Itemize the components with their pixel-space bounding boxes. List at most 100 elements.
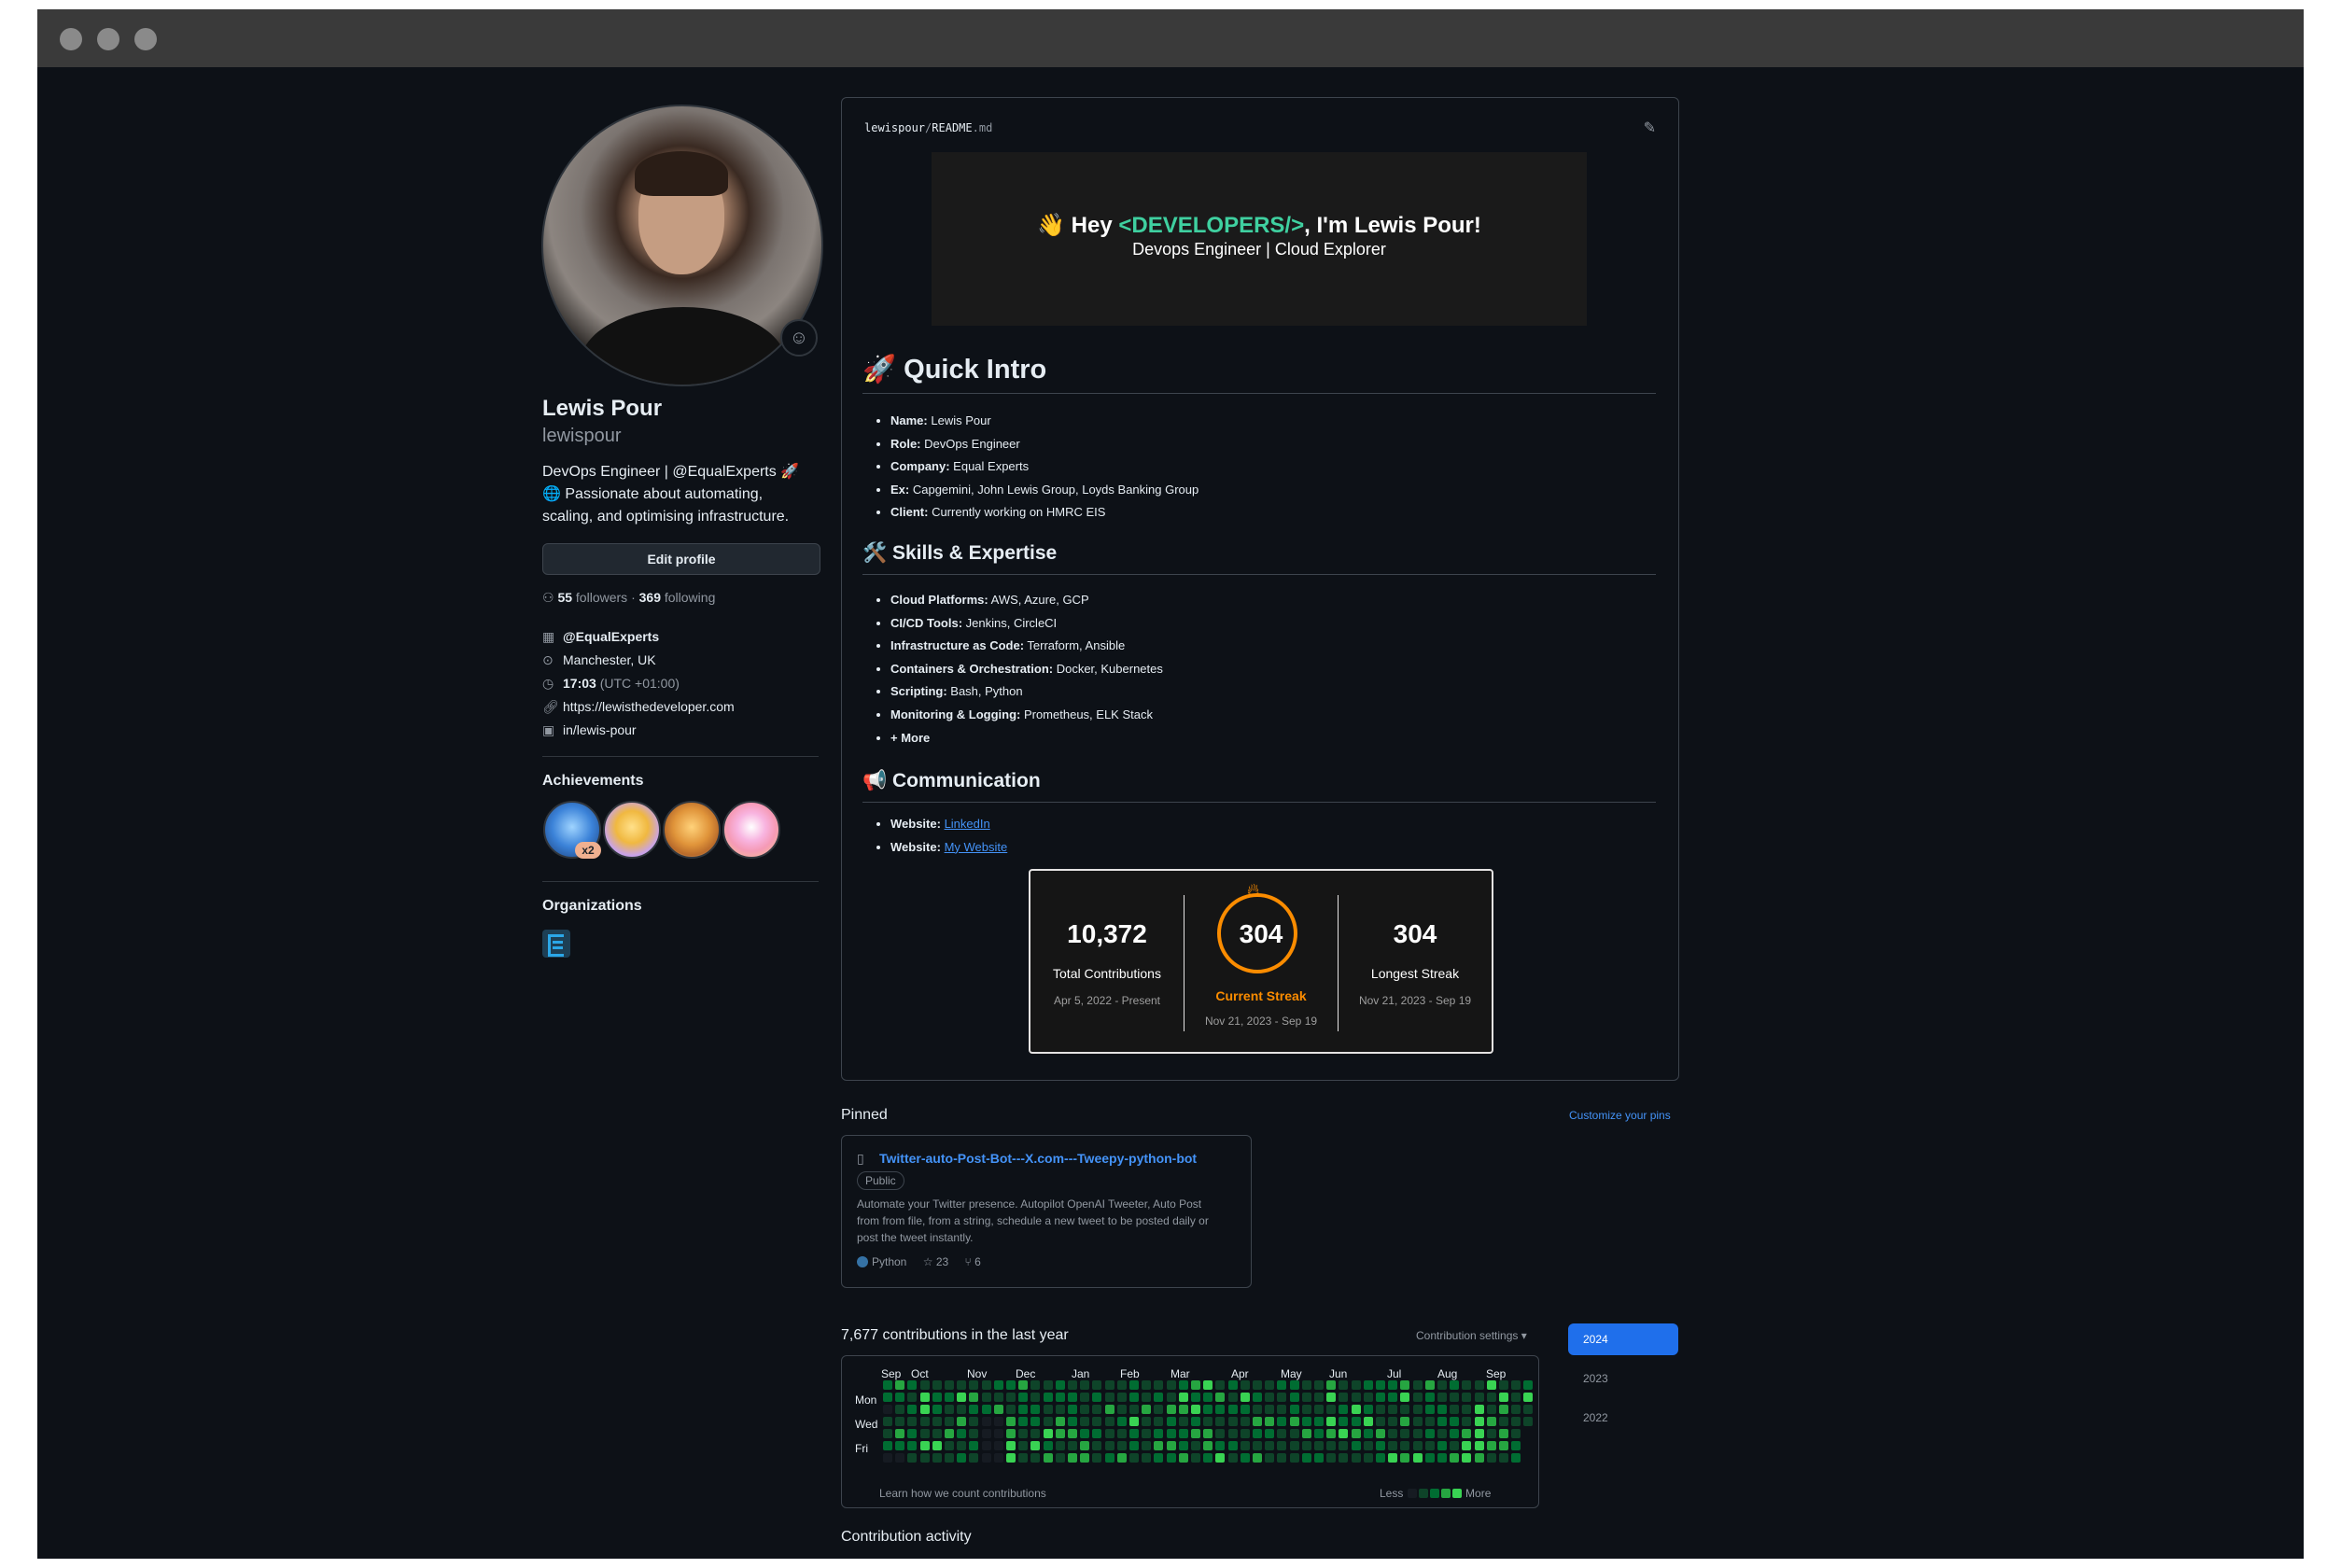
- contribution-day-cell[interactable]: [957, 1441, 967, 1450]
- contribution-day-cell[interactable]: [1215, 1380, 1226, 1390]
- contribution-day-cell[interactable]: [1068, 1417, 1077, 1426]
- contribution-day-cell[interactable]: [1142, 1429, 1152, 1438]
- contribution-day-cell[interactable]: [1462, 1417, 1472, 1426]
- contribution-day-cell[interactable]: [1154, 1393, 1164, 1402]
- contribution-day-cell[interactable]: [1363, 1429, 1373, 1438]
- contribution-day-cell[interactable]: [907, 1393, 918, 1402]
- contribution-day-cell[interactable]: [1301, 1380, 1311, 1390]
- contribution-day-cell[interactable]: [1080, 1417, 1090, 1426]
- contribution-day-cell[interactable]: [1499, 1453, 1508, 1463]
- contribution-day-cell[interactable]: [1339, 1453, 1349, 1463]
- contribution-day-cell[interactable]: [1376, 1393, 1385, 1402]
- contribution-day-cell[interactable]: [883, 1405, 892, 1414]
- contribution-day-cell[interactable]: [1178, 1393, 1188, 1402]
- contribution-day-cell[interactable]: [1203, 1405, 1213, 1414]
- contribution-day-cell[interactable]: [1240, 1380, 1250, 1390]
- contribution-day-cell[interactable]: [1104, 1453, 1114, 1463]
- contribution-day-cell[interactable]: [1080, 1453, 1090, 1463]
- contribution-day-cell[interactable]: [1215, 1453, 1226, 1463]
- followers-label[interactable]: followers: [576, 590, 627, 605]
- contribution-day-cell[interactable]: [969, 1380, 979, 1390]
- contribution-day-cell[interactable]: [1289, 1429, 1299, 1438]
- contribution-day-cell[interactable]: [1055, 1441, 1065, 1450]
- contribution-day-cell[interactable]: [1030, 1380, 1041, 1390]
- contribution-day-cell[interactable]: [1178, 1453, 1188, 1463]
- item-link[interactable]: My Website: [945, 840, 1008, 854]
- contribution-day-cell[interactable]: [1314, 1441, 1324, 1450]
- contribution-day-cell[interactable]: [1265, 1405, 1275, 1414]
- contribution-day-cell[interactable]: [932, 1393, 942, 1402]
- contribution-day-cell[interactable]: [957, 1393, 967, 1402]
- contribution-day-cell[interactable]: [1437, 1441, 1447, 1450]
- contribution-day-cell[interactable]: [1301, 1453, 1311, 1463]
- contribution-day-cell[interactable]: [1129, 1453, 1139, 1463]
- contribution-day-cell[interactable]: [1412, 1393, 1423, 1402]
- contribution-day-cell[interactable]: [907, 1417, 918, 1426]
- contribution-day-cell[interactable]: [1474, 1405, 1484, 1414]
- contribution-day-cell[interactable]: [1437, 1405, 1447, 1414]
- contribution-day-cell[interactable]: [945, 1380, 954, 1390]
- contribution-day-cell[interactable]: [1437, 1453, 1447, 1463]
- contribution-day-cell[interactable]: [993, 1380, 1003, 1390]
- contribution-day-cell[interactable]: [1018, 1441, 1029, 1450]
- contribution-day-cell[interactable]: [1240, 1417, 1250, 1426]
- contribution-day-cell[interactable]: [1486, 1380, 1496, 1390]
- contribution-day-cell[interactable]: [1055, 1405, 1065, 1414]
- contribution-day-cell[interactable]: [1092, 1429, 1102, 1438]
- contribution-day-cell[interactable]: [919, 1393, 930, 1402]
- contribution-day-cell[interactable]: [1253, 1417, 1262, 1426]
- contribution-day-cell[interactable]: [1215, 1441, 1226, 1450]
- contribution-day-cell[interactable]: [1068, 1453, 1077, 1463]
- contribution-day-cell[interactable]: [1068, 1405, 1077, 1414]
- contribution-day-cell[interactable]: [1018, 1429, 1029, 1438]
- contribution-day-cell[interactable]: [1388, 1441, 1398, 1450]
- contribution-day-cell[interactable]: [1006, 1429, 1016, 1438]
- contribution-day-cell[interactable]: [1178, 1417, 1188, 1426]
- contribution-day-cell[interactable]: [1326, 1453, 1337, 1463]
- contribution-day-cell[interactable]: [1437, 1429, 1447, 1438]
- contribution-day-cell[interactable]: [1030, 1453, 1041, 1463]
- contribution-day-cell[interactable]: [1068, 1380, 1077, 1390]
- contribution-day-cell[interactable]: [1142, 1380, 1152, 1390]
- close-window-dot[interactable]: [60, 28, 82, 50]
- contribution-day-cell[interactable]: [1424, 1405, 1435, 1414]
- contribution-day-cell[interactable]: [1092, 1380, 1102, 1390]
- contribution-day-cell[interactable]: [945, 1417, 954, 1426]
- contribution-day-cell[interactable]: [1289, 1405, 1299, 1414]
- contribution-day-cell[interactable]: [969, 1393, 979, 1402]
- contribution-day-cell[interactable]: [1191, 1380, 1200, 1390]
- contribution-day-cell[interactable]: [1178, 1380, 1188, 1390]
- contribution-day-cell[interactable]: [1450, 1417, 1460, 1426]
- contribution-day-cell[interactable]: [1166, 1453, 1176, 1463]
- contribution-day-cell[interactable]: [1227, 1441, 1238, 1450]
- contribution-day-cell[interactable]: [1043, 1441, 1053, 1450]
- contribution-day-cell[interactable]: [1265, 1417, 1275, 1426]
- contribution-day-cell[interactable]: [1289, 1453, 1299, 1463]
- contribution-day-cell[interactable]: [1301, 1429, 1311, 1438]
- contribution-day-cell[interactable]: [1499, 1380, 1508, 1390]
- contribution-day-cell[interactable]: [1129, 1441, 1139, 1450]
- contribution-day-cell[interactable]: [1129, 1405, 1139, 1414]
- contribution-day-cell[interactable]: [1104, 1441, 1114, 1450]
- contribution-day-cell[interactable]: [1043, 1380, 1053, 1390]
- contribution-day-cell[interactable]: [883, 1380, 892, 1390]
- contribution-day-cell[interactable]: [1511, 1380, 1521, 1390]
- contribution-day-cell[interactable]: [957, 1380, 967, 1390]
- contribution-day-cell[interactable]: [957, 1453, 967, 1463]
- contribution-day-cell[interactable]: [1080, 1393, 1090, 1402]
- contribution-day-cell[interactable]: [945, 1429, 954, 1438]
- contribution-day-cell[interactable]: [895, 1453, 905, 1463]
- contribution-day-cell[interactable]: [1351, 1441, 1361, 1450]
- contribution-day-cell[interactable]: [1499, 1417, 1508, 1426]
- contribution-day-cell[interactable]: [1376, 1380, 1385, 1390]
- contribution-day-cell[interactable]: [907, 1380, 918, 1390]
- contribution-day-cell[interactable]: [1116, 1405, 1127, 1414]
- contribution-day-cell[interactable]: [1523, 1380, 1534, 1390]
- contribution-day-cell[interactable]: [969, 1405, 979, 1414]
- contribution-day-cell[interactable]: [1450, 1429, 1460, 1438]
- contribution-day-cell[interactable]: [1142, 1393, 1152, 1402]
- achievement-badge-yolo[interactable]: [722, 801, 780, 859]
- contribution-day-cell[interactable]: [1474, 1453, 1484, 1463]
- contribution-day-cell[interactable]: [1166, 1393, 1176, 1402]
- contribution-day-cell[interactable]: [1314, 1417, 1324, 1426]
